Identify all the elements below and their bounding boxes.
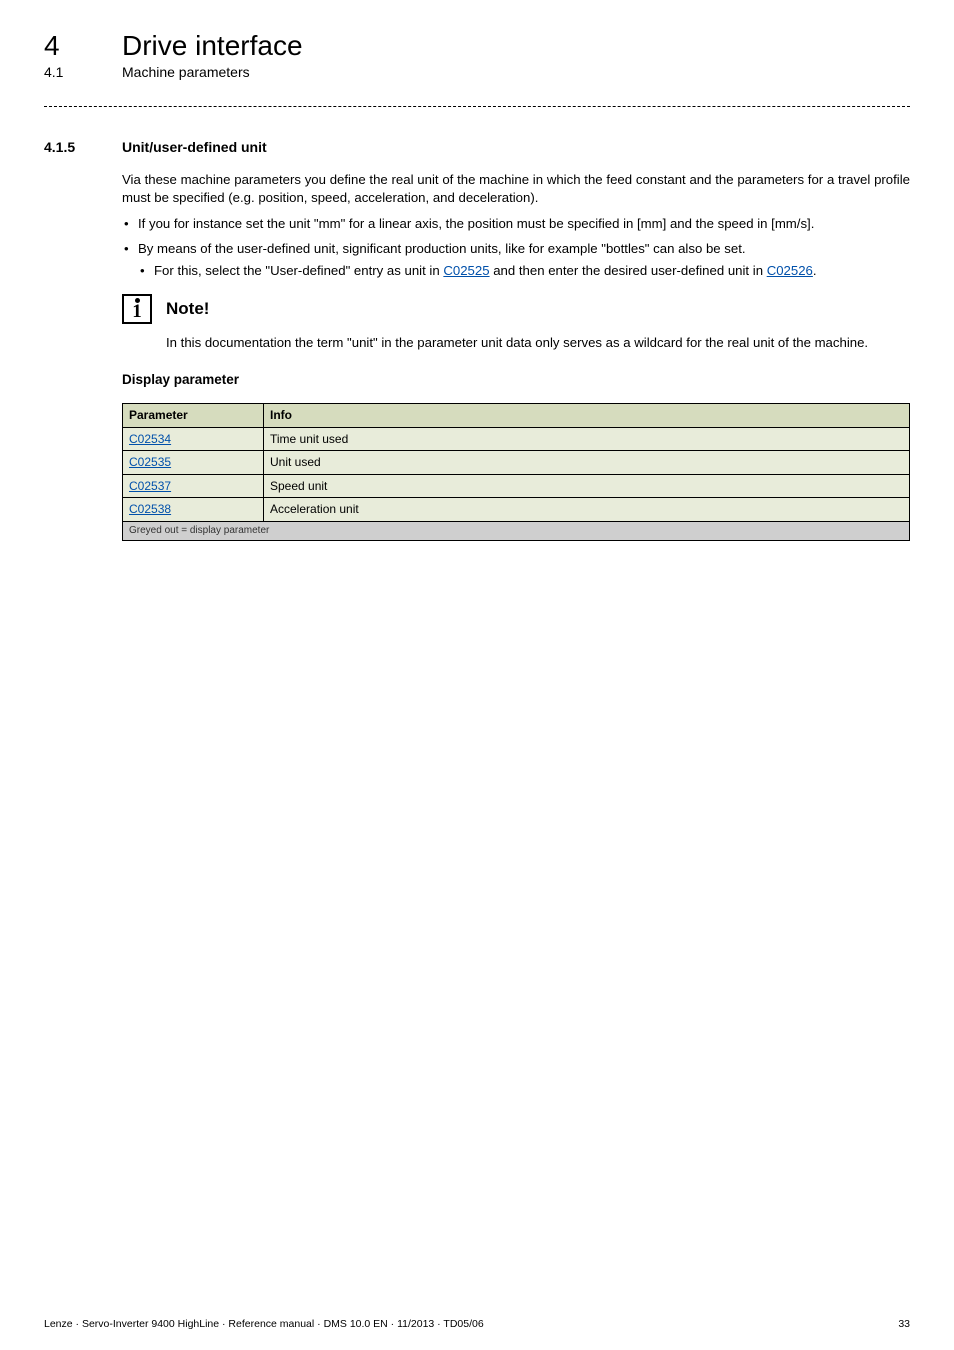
param-link[interactable]: C02537 <box>129 479 171 493</box>
section-number: 4.1.5 <box>44 139 82 155</box>
table-row: C02538 Acceleration unit <box>123 498 910 522</box>
bullet-item: If you for instance set the unit "mm" fo… <box>122 215 910 233</box>
footer-text: Lenze · Servo-Inverter 9400 HighLine · R… <box>44 1318 484 1330</box>
link-c02525[interactable]: C02525 <box>443 263 489 278</box>
sub-bullet-item: For this, select the "User-defined" entr… <box>138 262 910 280</box>
note-text: In this documentation the term "unit" in… <box>166 334 910 352</box>
table-footnote: Greyed out = display parameter <box>123 521 910 540</box>
param-link[interactable]: C02534 <box>129 432 171 446</box>
param-info: Acceleration unit <box>264 498 910 522</box>
subchapter-title: Machine parameters <box>122 64 250 80</box>
bullet-text: By means of the user-defined unit, signi… <box>138 241 746 256</box>
intro-paragraph: Via these machine parameters you define … <box>122 171 910 207</box>
note-block: 1 Note! In this documentation the term "… <box>122 294 910 352</box>
note-title: Note! <box>166 297 209 320</box>
bullet-item: By means of the user-defined unit, signi… <box>122 240 910 280</box>
section-title: Unit/user-defined unit <box>122 139 267 155</box>
bullet-text: If you for instance set the unit "mm" fo… <box>138 216 814 231</box>
link-c02526[interactable]: C02526 <box>767 263 813 278</box>
display-parameter-table: Parameter Info C02534 Time unit used C02… <box>122 403 910 541</box>
table-header-info: Info <box>264 404 910 428</box>
subchapter-number: 4.1 <box>44 64 74 80</box>
param-info: Unit used <box>264 451 910 475</box>
table-footnote-text: Greyed out = display parameter <box>123 521 910 540</box>
chapter-title: Drive interface <box>122 30 303 62</box>
param-info: Time unit used <box>264 427 910 451</box>
sub-bullet-post: . <box>813 263 817 278</box>
sub-bullet-mid: and then enter the desired user-defined … <box>490 263 767 278</box>
param-link[interactable]: C02538 <box>129 502 171 516</box>
param-info: Speed unit <box>264 474 910 498</box>
param-link[interactable]: C02535 <box>129 455 171 469</box>
table-row: C02535 Unit used <box>123 451 910 475</box>
table-row: C02534 Time unit used <box>123 427 910 451</box>
page-number: 33 <box>898 1318 910 1330</box>
info-icon: 1 <box>122 294 152 324</box>
table-row: C02537 Speed unit <box>123 474 910 498</box>
sub-bullet-pre: For this, select the "User-defined" entr… <box>154 263 443 278</box>
divider <box>44 106 910 107</box>
chapter-number: 4 <box>44 30 74 62</box>
table-header-parameter: Parameter <box>123 404 264 428</box>
display-parameter-heading: Display parameter <box>122 371 910 390</box>
